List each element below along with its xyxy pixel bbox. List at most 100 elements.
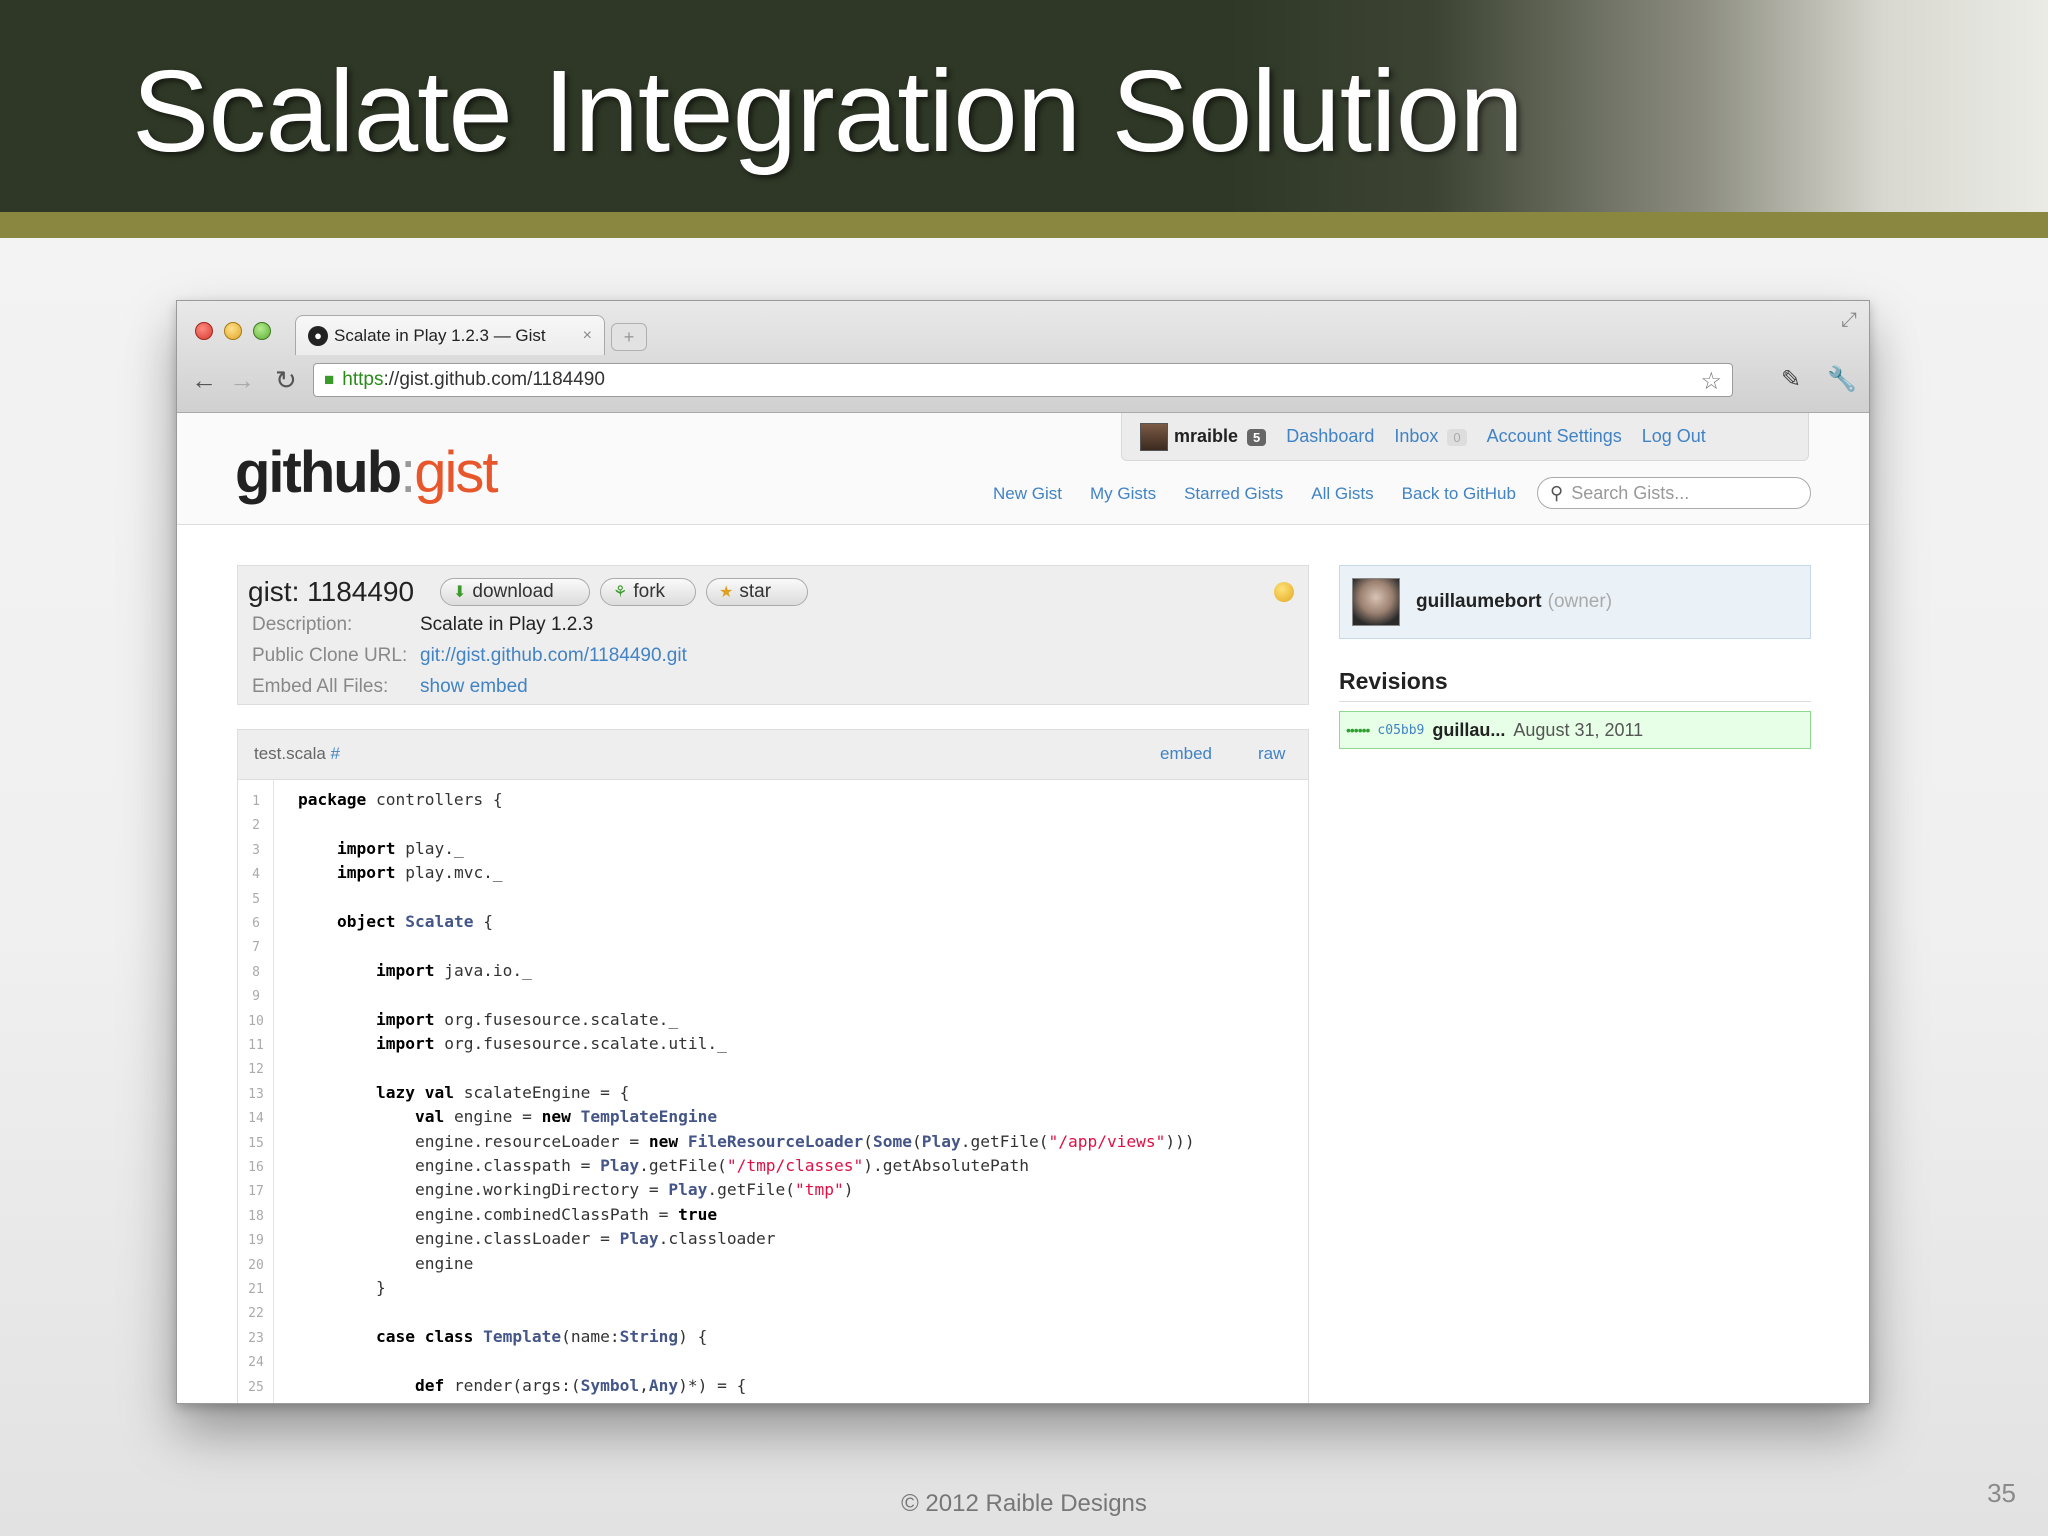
url-scheme: https [342,369,384,390]
code-token: , [639,1375,649,1395]
my-gists-link[interactable]: My Gists [1090,484,1156,504]
logout-link[interactable]: Log Out [1642,426,1706,447]
code-token: ).getAbsolutePath [863,1156,1029,1175]
code-text: engine.resourceLoader = new FileResource… [298,1130,1204,1154]
inbox-link[interactable]: Inbox 0 [1394,426,1467,447]
description-label: Description: [252,614,353,635]
file-embed-link[interactable]: embed [1160,744,1212,764]
slide-number: 35 [1987,1478,2016,1508]
new-gist-link[interactable]: New Gist [993,484,1062,504]
browser-tab[interactable]: ● Scalate in Play 1.2.3 — Gist × [295,315,605,355]
owner-box: guillaumebort (owner) [1339,565,1811,639]
code-token: .getFile( [707,1180,796,1200]
revision-item[interactable]: •••••• c05bb9 guillau... August 31, 2011 [1339,711,1811,749]
code-text: import play._ [298,837,464,861]
avatar[interactable] [1352,578,1400,626]
code-line: 13 lazy val scalateEngine = { [238,1081,1308,1105]
code-token: ))) [1165,1131,1205,1151]
line-number: 18 [248,1208,264,1224]
code-token: ) [843,1180,854,1200]
line-number: 14 [248,1111,264,1127]
line-number: 7 [252,940,260,956]
back-arrow-icon[interactable]: ← [191,365,217,395]
code-text: engine [298,1252,474,1276]
new-tab-button[interactable]: + [611,323,647,351]
username-link[interactable]: mraible 5 [1174,426,1267,447]
code-text: import play.mvc._ [298,861,503,885]
download-button[interactable]: ⬇ download [440,578,590,606]
line-number: 10 [248,1013,264,1029]
account-settings-link[interactable]: Account Settings [1487,426,1622,447]
dashboard-link[interactable]: Dashboard [1286,426,1374,447]
address-bar[interactable]: ■ https://gist.github.com/1184490 ☆ [313,363,1733,397]
clone-url-link[interactable]: git://gist.github.com/1184490.git [420,645,687,666]
code-token: org.fusesource.scalate._ [444,1009,679,1029]
code-text: engine.workingDirectory = Play.getFile("… [298,1178,854,1202]
avatar[interactable] [1140,422,1168,451]
code-line: 1 package controllers { [238,788,1308,812]
search-gists-input[interactable]: ⚲ Search Gists... [1537,477,1811,509]
code-token: def [414,1375,454,1395]
extension-icon[interactable]: ✎ [1781,365,1801,394]
gist-info-box: gist: 1184490 ⬇ download ⚘ fork ★ star Desc… [237,565,1309,705]
wrench-icon[interactable]: 🔧 [1827,365,1857,394]
close-tab-icon[interactable]: × [583,327,592,345]
github-favicon-icon: ● [308,325,328,346]
code-text: engine.classLoader = Play.classloader [298,1227,776,1251]
line-number: 24 [248,1355,264,1371]
code-token: new [648,1131,688,1151]
github-header: github:gist mraible 5 Dashboard Inbox 0 … [177,413,1869,525]
star-label: star [739,581,772,602]
back-to-github-link[interactable]: Back to GitHub [1402,484,1516,504]
clone-url-row: Public Clone URL: git://gist.github.com/1… [252,645,687,667]
code-token: controllers { [375,790,503,809]
forward-arrow-icon[interactable]: → [229,365,255,395]
file-header: test.scala # embed raw [238,730,1308,780]
code-text: engine.classpath = Play.getFile("/tmp/cl… [298,1154,1029,1178]
inbox-label: Inbox [1394,426,1439,446]
code-line: 20 engine [238,1252,1308,1276]
file-anchor-link[interactable]: # [331,744,340,763]
code-token: Scalate [405,912,474,931]
line-number: 19 [248,1233,264,1249]
star-button[interactable]: ★ star [706,578,808,606]
slide-header: Scalate Integration Solution [0,0,2048,212]
code-token: true [678,1204,718,1224]
line-number: 16 [248,1160,264,1175]
logo-gist-text: gist [414,440,498,505]
starred-gists-link[interactable]: Starred Gists [1184,484,1283,504]
code-token: import [375,1009,445,1029]
code-line: 11 import org.fusesource.scalate.util._ [238,1032,1308,1056]
minimize-window-button[interactable] [224,322,242,340]
zoom-window-button[interactable] [253,322,271,340]
code-line: 7 [238,934,1308,958]
revision-sha[interactable]: c05bb9 [1377,723,1424,738]
slide-footer: © 2012 Raible Designs [901,1490,1147,1517]
fullscreen-icon[interactable]: ⤢ [1841,309,1857,332]
code-token: ( [912,1131,922,1151]
code-token: { [473,912,493,931]
code-token: )*) = { [678,1375,747,1395]
code-line: 3 import play._ [238,837,1308,861]
close-window-button[interactable] [195,322,213,340]
code-line: 19 engine.classLoader = Play.classloader [238,1227,1308,1251]
code-line: 22 [238,1300,1308,1324]
inbox-count: 0 [1447,429,1467,446]
file-raw-link[interactable]: raw [1258,744,1285,764]
line-number: 25 [248,1379,264,1395]
reload-icon[interactable]: ↻ [275,365,297,395]
fork-button[interactable]: ⚘ fork [600,578,696,606]
code-token: case class [375,1326,484,1346]
line-number: 15 [248,1135,264,1151]
bookmark-star-icon[interactable]: ☆ [1700,367,1722,396]
show-embed-link[interactable]: show embed [420,676,528,697]
code-text: import org.fusesource.scalate.util._ [298,1032,727,1056]
owner-name[interactable]: guillaumebort [1416,591,1542,613]
all-gists-link[interactable]: All Gists [1311,484,1373,504]
line-number: 4 [252,867,260,883]
github-gist-logo[interactable]: github:gist [235,439,499,506]
code-line: 21 } [238,1276,1308,1300]
code-text: val engine = new TemplateEngine [298,1105,717,1129]
browser-window: ● Scalate in Play 1.2.3 — Gist × + ⤢ ← →… [176,300,1870,1404]
